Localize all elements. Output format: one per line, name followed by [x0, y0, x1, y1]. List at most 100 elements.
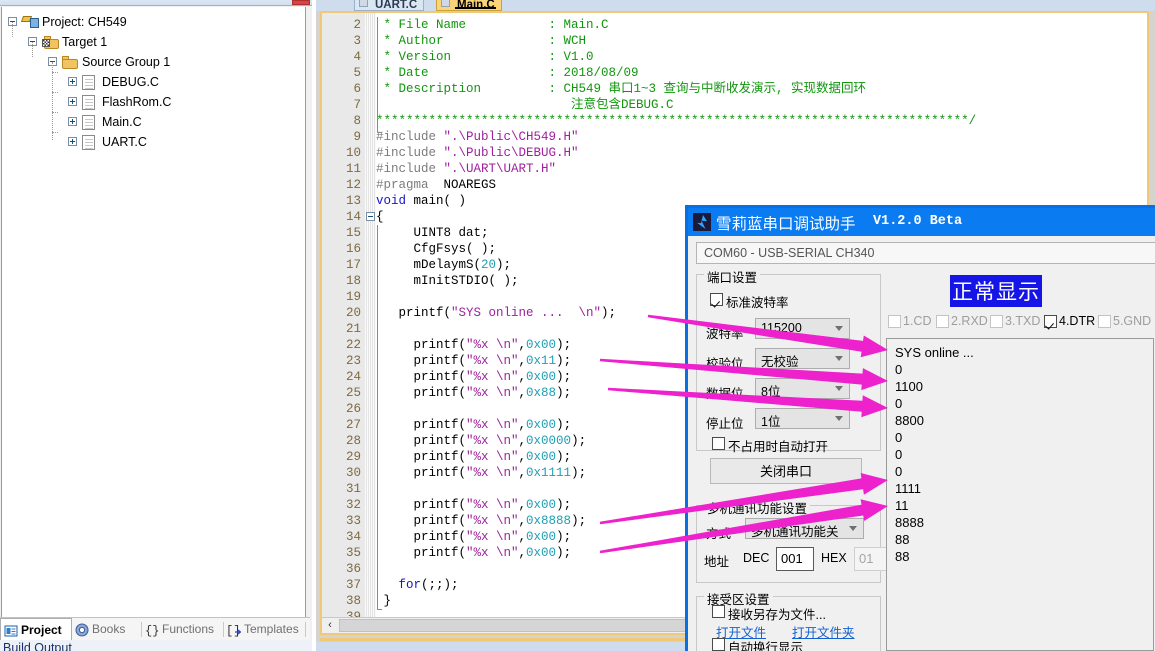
code-line: #include ".\UART\UART.H" [376, 161, 556, 177]
pin-checkbox-1-cd[interactable] [888, 315, 901, 328]
code-line: #include ".\Public\DEBUG.H" [376, 145, 579, 161]
code-line: printf("%x \n",0x88); [376, 385, 572, 401]
line-number: 17 [345, 258, 361, 272]
tree-item[interactable]: DEBUG.C [2, 72, 305, 92]
chevron-down-icon [835, 386, 843, 391]
stop-bits-combobox[interactable]: 1位 [755, 408, 850, 429]
code-token: ); [556, 418, 572, 432]
line-number: 21 [345, 322, 361, 336]
baud-rate-combobox[interactable]: 115200 [755, 318, 850, 339]
pin-checkbox-3-txd[interactable] [990, 315, 1003, 328]
project-tree[interactable]: Project: CH549 Target 1 Source Group 1 DEBU… [1, 7, 306, 618]
sidebar-tab-project[interactable]: Project [0, 618, 72, 641]
tree-item[interactable]: Target 1 [2, 32, 305, 52]
tree-item-label: UART.C [102, 135, 147, 149]
auto-wrap-checkbox[interactable] [712, 638, 725, 651]
line-number-gutter: 2 3 4 5 6 7 8 9 10 11 12 13 14 15 16 17 18 19 20 21 22 23 24 25… [322, 13, 365, 624]
tree-item[interactable]: Project: CH549 [2, 12, 305, 32]
comment-block-bracket [377, 17, 378, 133]
code-line: 注意包含DEBUG.C [376, 97, 674, 113]
tree-item-label: Target 1 [62, 35, 108, 49]
code-line: mInitSTDIO( ); [376, 273, 519, 289]
line-number: 12 [345, 178, 361, 192]
tree-item[interactable]: Main.C [2, 112, 305, 132]
code-token: main( ) [413, 194, 467, 208]
standard-baud-checkbox[interactable] [710, 293, 723, 306]
line-number: 6 [353, 82, 361, 96]
expand-plus-icon[interactable] [68, 117, 77, 126]
expand-plus-icon[interactable] [68, 97, 77, 106]
sidebar-tab-books[interactable]: Books [72, 619, 142, 640]
code-token: 0x11 [526, 354, 557, 368]
project-tab-icon [4, 623, 18, 637]
line-number: 16 [345, 242, 361, 256]
sidebar-tab-label: Templates [244, 622, 299, 636]
save-to-file-checkbox[interactable] [712, 605, 725, 618]
code-token: ); [571, 514, 587, 528]
code-line: * Description : CH549 串口1~3 查询与中断收发演示, 实… [376, 81, 867, 97]
line-number: 27 [345, 418, 361, 432]
dec-label: DEC [743, 551, 770, 565]
code-line: printf("%x \n",0x00); [376, 545, 572, 561]
received-line: SYS online ... [895, 345, 974, 360]
tree-item[interactable]: FlashRom.C [2, 92, 305, 112]
code-token: 0x0000 [526, 434, 572, 448]
code-line: printf("%x \n",0x0000); [376, 433, 587, 449]
received-line: 1111 [895, 481, 922, 496]
expand-plus-icon[interactable] [68, 137, 77, 146]
auto-open-checkbox[interactable] [712, 437, 725, 450]
code-token: mDelaymS( [376, 258, 482, 272]
code-token: "%x \n" [466, 370, 519, 384]
code-token: printf( [376, 306, 452, 320]
line-number: 33 [345, 514, 361, 528]
comment-block-bracket-foot [377, 132, 382, 133]
expand-plus-icon[interactable] [68, 77, 77, 86]
receive-textarea[interactable]: SYS online ... 0 1100 0 8800 0 0 0 1111 11 8888 88 8… [886, 338, 1154, 651]
line-number: 26 [345, 402, 361, 416]
received-line: 8888 [895, 515, 924, 530]
editor-tab-main-c[interactable]: Main.C [436, 0, 502, 11]
parity-combobox[interactable]: 无校验 [755, 348, 850, 369]
pin-checkbox-2-rxd[interactable] [936, 315, 949, 328]
data-bits-label: 数据位 [706, 387, 744, 401]
code-token: 0x00 [526, 418, 557, 432]
code-token: * Description : CH549 串口1~3 查询与中断收发演示, 实… [376, 82, 867, 96]
line-number: 14 [345, 210, 361, 224]
auto-open-label: 不占用时自动打开 [728, 440, 829, 454]
chevron-down-icon [835, 356, 843, 361]
received-line: 8800 [895, 413, 924, 428]
received-line: 0 [895, 362, 903, 377]
sidebar-tab-functions[interactable]: {} Functions [142, 619, 224, 640]
close-port-button[interactable]: 关闭串口 [710, 458, 862, 484]
code-token: ); [556, 498, 572, 512]
close-icon[interactable] [292, 0, 310, 5]
tree-item[interactable]: Source Group 1 [2, 52, 305, 72]
sidebar-tab-templates[interactable]: [] Templates [224, 619, 306, 640]
code-token: * Date : 2018/08/09 [376, 66, 639, 80]
code-token: , [518, 450, 527, 464]
editor-tab-uart-c[interactable]: UART.C [354, 0, 425, 11]
com-port-selector[interactable]: COM60 - USB-SERIAL CH340 [696, 242, 1155, 264]
pin-checkbox-5-gnd[interactable] [1098, 315, 1111, 328]
code-token: 0x00 [526, 338, 557, 352]
line-number: 5 [353, 66, 361, 80]
code-line: #pragma NOAREGS [376, 177, 496, 193]
scroll-left-arrow-icon[interactable]: ‹ [322, 618, 338, 633]
code-token: mInitSTDIO( ); [376, 274, 519, 288]
data-bits-combobox[interactable]: 8位 [755, 378, 850, 399]
fold-body-line [377, 225, 378, 609]
code-token: ".\Public\DEBUG.H" [443, 146, 579, 160]
code-token: printf( [376, 434, 467, 448]
multi-machine-title: 多机通讯功能设置 [704, 498, 811, 517]
pin-checkbox-4-dtr[interactable] [1044, 315, 1057, 328]
com-port-value: COM60 - USB-SERIAL CH340 [704, 246, 875, 260]
mode-combobox[interactable]: 多机通讯功能关 [745, 518, 864, 539]
address-dec-input[interactable]: 001 [776, 547, 814, 571]
file-square-icon [441, 0, 450, 7]
pin-label: 5.GND [1113, 314, 1152, 328]
fold-collapse-icon[interactable] [366, 212, 375, 221]
tree-item[interactable]: UART.C [2, 132, 305, 152]
sidebar-tab-label: Project [21, 623, 62, 637]
code-token: printf( [376, 418, 467, 432]
fold-column[interactable] [365, 13, 376, 619]
